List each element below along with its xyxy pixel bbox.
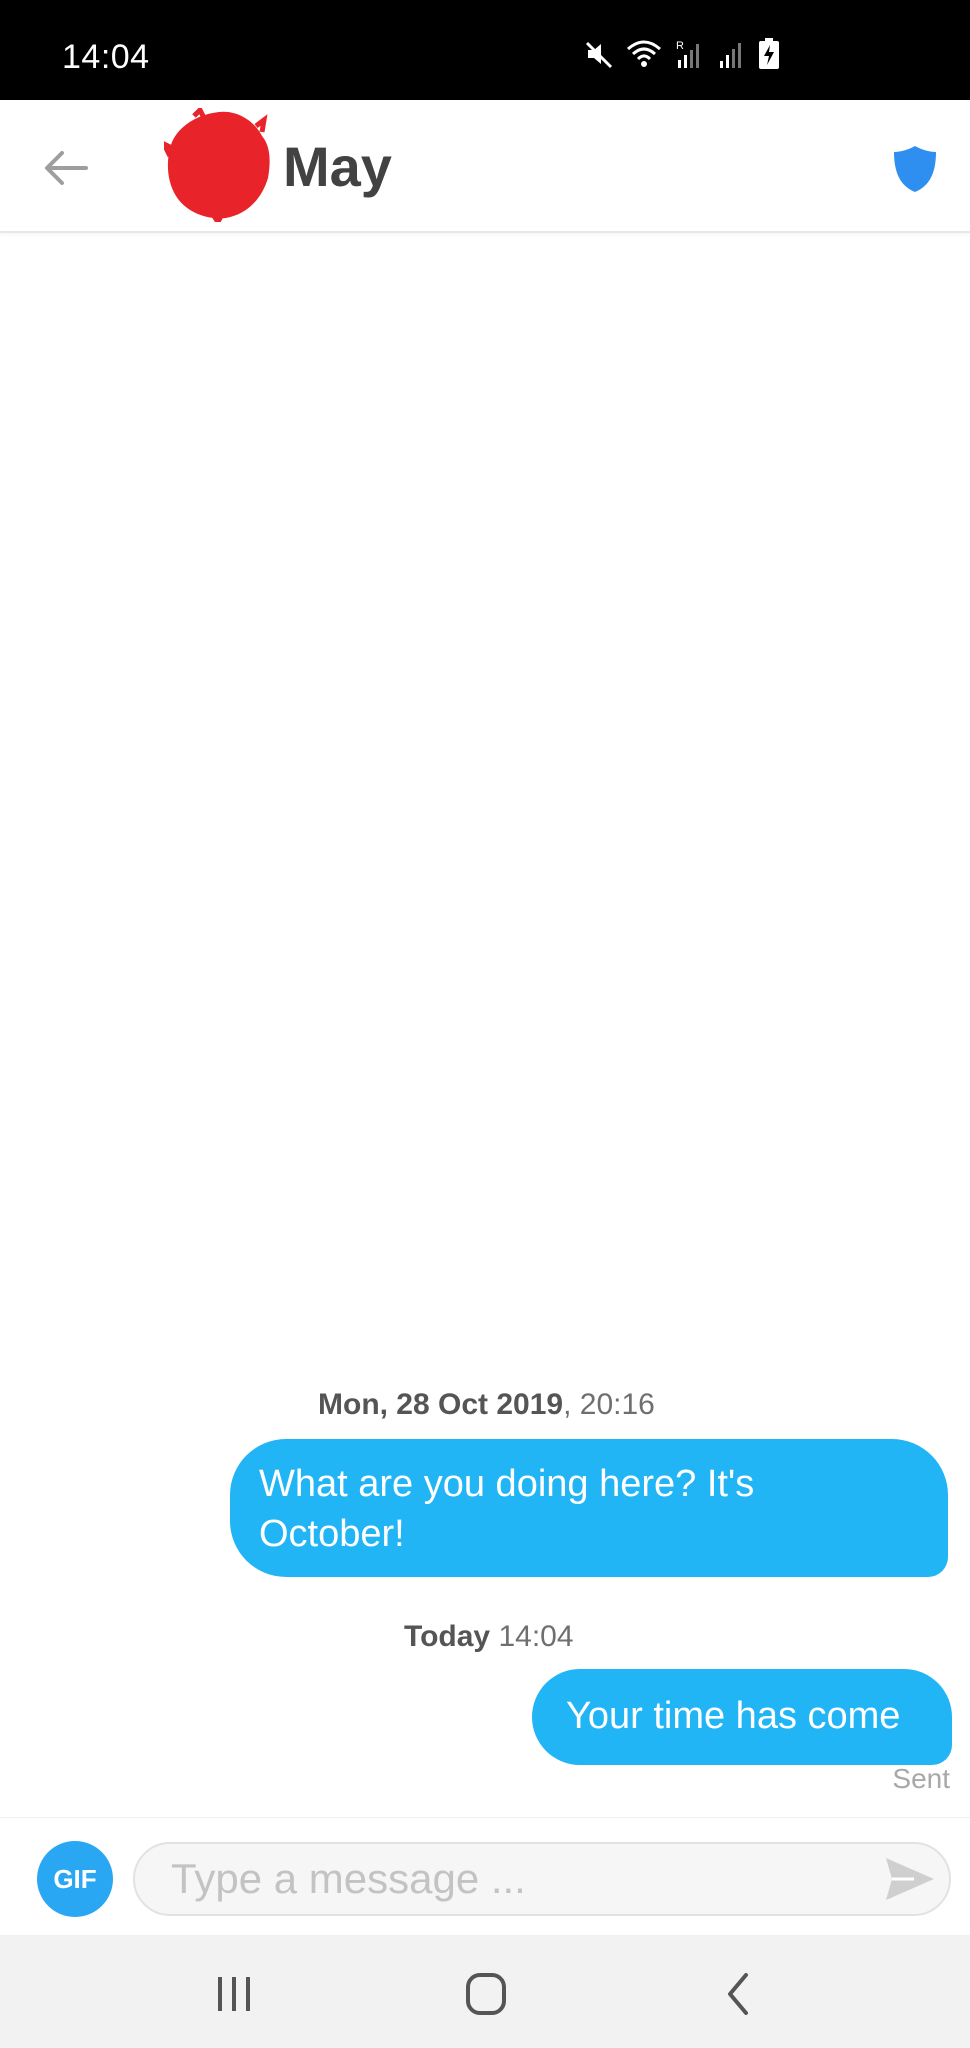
message-composer: GIF [0,1817,970,1935]
timestamp-time: , 20:16 [563,1388,655,1421]
shield-icon [894,146,936,192]
status-time: 14:04 [62,38,150,76]
timestamp-date: Mon, 28 Oct 2019 [318,1388,564,1421]
message-text: Your time has come [566,1695,901,1737]
avatar[interactable] [158,105,274,227]
timestamp-date: Today [404,1620,491,1653]
back-icon [728,1973,748,2015]
home-icon [466,1973,506,2015]
message-text-line: October! [259,1513,405,1555]
message-text-line: What are you doing here? It's [259,1463,755,1505]
gif-button[interactable]: GIF [37,1841,113,1917]
message-thread[interactable]: Mon, 28 Oct 2019, 20:16 What are you doi… [0,233,970,1817]
status-icons: R [584,38,780,70]
arrow-left-icon [45,151,88,185]
signal-icon [716,39,746,69]
recents-icon [218,1977,250,2011]
system-back-button[interactable] [716,1973,764,2015]
safety-shield-button[interactable] [892,144,938,194]
svg-text:R: R [676,40,684,52]
send-icon [886,1858,934,1900]
home-button[interactable] [462,1973,510,2015]
sent-message-bubble[interactable]: Your time has come [532,1669,952,1765]
message-timestamp: Today 14:04 [404,1620,574,1654]
message-timestamp: Mon, 28 Oct 2019, 20:16 [318,1388,655,1422]
contact-name[interactable]: May [283,134,392,199]
system-nav-bar [0,1935,970,2048]
timestamp-time: 14:04 [490,1620,574,1653]
message-input[interactable] [133,1842,951,1916]
sent-message-bubble[interactable]: What are you doing here? It's October! [230,1439,948,1577]
back-button[interactable] [40,142,92,194]
recents-button[interactable] [210,1973,258,2015]
send-button[interactable] [884,1856,936,1902]
mute-icon [584,39,614,69]
battery-charging-icon [758,38,780,70]
signal-roaming-icon: R [674,38,704,70]
message-status: Sent [892,1763,950,1794]
wifi-icon [626,39,662,69]
status-bar: 14:04 R [0,0,970,100]
chat-header: May [0,100,970,233]
